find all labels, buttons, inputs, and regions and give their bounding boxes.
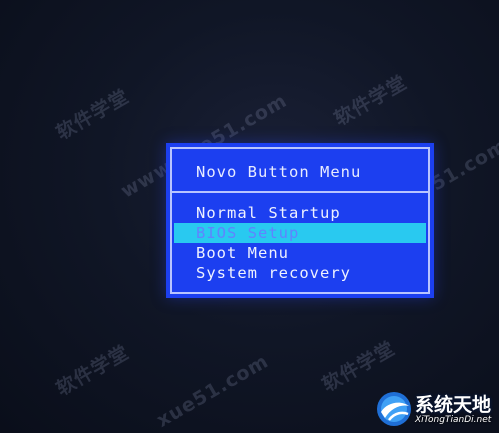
menu-title: Novo Button Menu: [196, 163, 362, 181]
watermark-brand: 软件学堂: [52, 85, 133, 145]
logo-icon: [377, 392, 411, 426]
novo-button-menu: Novo Button Menu Normal Startup BIOS Set…: [166, 143, 434, 298]
site-logo: 系统天地 XiTongTianDi.net: [373, 388, 497, 431]
watermark-brand: 软件学堂: [330, 71, 411, 131]
menu-item-bios-setup[interactable]: BIOS Setup: [174, 223, 426, 243]
watermark-url: xue51.com: [152, 350, 273, 432]
logo-site: XiTongTianDi.net: [415, 415, 492, 425]
menu-item-boot-menu[interactable]: Boot Menu: [174, 243, 426, 263]
menu-item-list: Normal Startup BIOS Setup Boot Menu Syst…: [174, 203, 426, 283]
watermark-brand: 软件学堂: [52, 341, 133, 401]
menu-item-normal-startup[interactable]: Normal Startup: [174, 203, 426, 223]
menu-item-system-recovery[interactable]: System recovery: [174, 263, 426, 283]
menu-divider: [170, 191, 430, 193]
logo-name: 系统天地: [415, 394, 492, 416]
